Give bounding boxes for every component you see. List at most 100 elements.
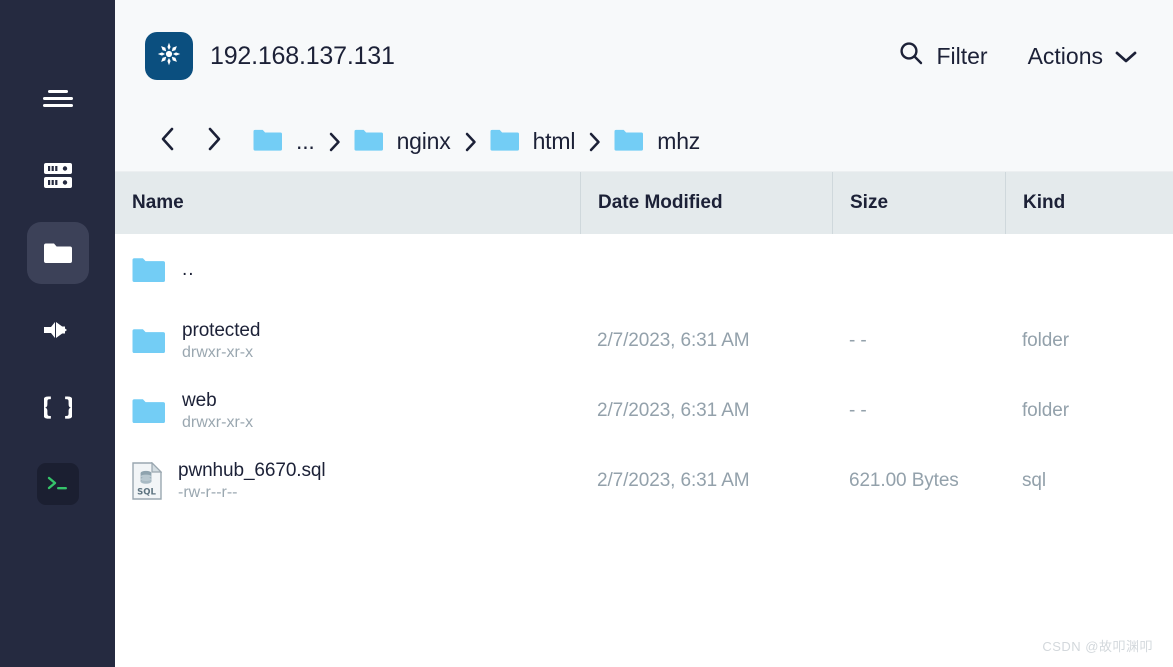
folder-icon bbox=[132, 256, 166, 284]
file-manager-window: { } bbox=[0, 0, 1173, 667]
actions-label: Actions bbox=[1027, 42, 1103, 69]
top-header-actions: Filter Actions bbox=[898, 40, 1173, 72]
sql-file-icon: SQL bbox=[132, 461, 163, 500]
row-kind-cell: folder bbox=[1005, 306, 1173, 376]
row-permissions-label: -rw-r--r-- bbox=[178, 484, 238, 501]
row-size-cell: - - bbox=[832, 306, 1005, 376]
row-date-label: 2/7/2023, 6:31 AM bbox=[597, 330, 750, 351]
table-header-row: Name Date Modified Size Kind bbox=[115, 172, 1173, 234]
host-name: 192.168.137.131 bbox=[210, 41, 395, 70]
folder-icon bbox=[354, 128, 388, 156]
forward-arrow-icon bbox=[42, 319, 74, 341]
row-name-block: web drwxr-xr-x bbox=[182, 390, 253, 432]
row-date-cell: 2/7/2023, 6:31 AM bbox=[580, 446, 832, 516]
row-date-label: 2/7/2023, 6:31 AM bbox=[597, 400, 750, 421]
sidebar-item-servers[interactable] bbox=[27, 145, 89, 207]
row-name-block: pwnhub_6670.sql -rw-r--r-- bbox=[178, 460, 326, 502]
row-size-cell bbox=[832, 234, 1005, 306]
server-stack-icon bbox=[43, 162, 73, 190]
row-kind-label: sql bbox=[1022, 470, 1046, 491]
column-header-size[interactable]: Size bbox=[832, 172, 1005, 234]
terminal-prompt-icon bbox=[46, 475, 70, 493]
row-name-label: web bbox=[182, 390, 217, 411]
table-row[interactable]: protected drwxr-xr-x 2/7/2023, 6:31 AM -… bbox=[115, 306, 1173, 376]
row-date-cell: 2/7/2023, 6:31 AM bbox=[580, 306, 832, 376]
folder-icon bbox=[490, 128, 524, 156]
row-name-cell: SQL pwnhub_6670.sql -rw-r--r-- bbox=[115, 446, 580, 516]
curly-braces-icon: { } bbox=[44, 394, 72, 420]
folder-icon bbox=[132, 397, 166, 425]
main-panel: 192.168.137.131 Filter Actions ... nginx… bbox=[115, 0, 1173, 667]
row-name-cell: protected drwxr-xr-x bbox=[115, 306, 580, 376]
chevron-right-icon bbox=[588, 132, 601, 152]
row-name-label: .. bbox=[182, 259, 195, 280]
breadcrumb-item-3[interactable]: mhz bbox=[614, 128, 700, 156]
chevron-down-icon bbox=[1115, 43, 1137, 70]
sidebar-item-menu[interactable] bbox=[27, 68, 89, 130]
row-name-label: protected bbox=[182, 320, 261, 341]
folder-icon bbox=[132, 327, 166, 355]
chevron-left-icon bbox=[160, 127, 176, 156]
debian-swirl-icon bbox=[156, 41, 182, 72]
chevron-right-icon bbox=[464, 132, 477, 152]
actions-button[interactable]: Actions bbox=[1028, 43, 1137, 70]
breadcrumb-item-1[interactable]: nginx bbox=[354, 128, 451, 156]
column-header-name[interactable]: Name bbox=[115, 172, 580, 234]
row-permissions-label: drwxr-xr-x bbox=[182, 414, 254, 431]
sidebar-item-transfer[interactable] bbox=[27, 299, 89, 361]
breadcrumb-label-2: html bbox=[532, 128, 576, 154]
row-date-cell bbox=[580, 234, 832, 306]
row-kind-label: folder bbox=[1022, 400, 1069, 421]
filter-label: Filter bbox=[936, 42, 988, 69]
chevron-right-icon bbox=[206, 127, 222, 156]
row-name-label: pwnhub_6670.sql bbox=[178, 460, 326, 481]
nav-back-button[interactable] bbox=[145, 127, 191, 156]
hamburger-menu-icon bbox=[41, 87, 75, 111]
filter-button[interactable]: Filter bbox=[898, 40, 988, 72]
row-date-label: 2/7/2023, 6:31 AM bbox=[597, 470, 750, 491]
file-table: Name Date Modified Size Kind .. protecte… bbox=[115, 172, 1173, 667]
row-size-label: 621.00 Bytes bbox=[849, 470, 959, 491]
row-name-cell: .. bbox=[115, 234, 580, 306]
row-kind-cell: sql bbox=[1005, 446, 1173, 516]
host-logo bbox=[145, 32, 193, 80]
chevron-right-icon bbox=[328, 132, 341, 152]
table-row[interactable]: web drwxr-xr-x 2/7/2023, 6:31 AM - - fol… bbox=[115, 376, 1173, 446]
breadcrumb: ... nginx html mhz bbox=[253, 128, 700, 156]
row-name-cell: web drwxr-xr-x bbox=[115, 376, 580, 446]
watermark: CSDN @故叩渊叩 bbox=[1042, 639, 1153, 654]
row-size-cell: - - bbox=[832, 376, 1005, 446]
top-header: 192.168.137.131 Filter Actions bbox=[115, 0, 1173, 112]
column-header-kind[interactable]: Kind bbox=[1005, 172, 1173, 234]
sidebar-item-code[interactable]: { } bbox=[27, 376, 89, 438]
column-header-date[interactable]: Date Modified bbox=[580, 172, 832, 234]
nav-forward-button[interactable] bbox=[191, 127, 237, 156]
search-icon bbox=[898, 40, 924, 72]
svg-text:SQL: SQL bbox=[137, 488, 156, 498]
folder-icon bbox=[253, 128, 287, 156]
row-kind-cell bbox=[1005, 234, 1173, 306]
row-kind-label: folder bbox=[1022, 330, 1069, 351]
row-size-cell: 621.00 Bytes bbox=[832, 446, 1005, 516]
breadcrumb-item-2[interactable]: html bbox=[490, 128, 576, 156]
breadcrumb-label-3: mhz bbox=[657, 128, 701, 154]
row-kind-cell: folder bbox=[1005, 376, 1173, 446]
breadcrumb-label-0: ... bbox=[296, 128, 315, 154]
svg-text:{ }: { } bbox=[44, 394, 72, 420]
sidebar-item-terminal[interactable] bbox=[27, 453, 89, 515]
row-name-block: protected drwxr-xr-x bbox=[182, 320, 260, 362]
row-date-cell: 2/7/2023, 6:31 AM bbox=[580, 376, 832, 446]
table-row[interactable]: .. bbox=[115, 234, 1173, 306]
row-size-label: - - bbox=[849, 330, 867, 351]
host-block: 192.168.137.131 bbox=[145, 32, 898, 80]
sidebar: { } bbox=[0, 0, 115, 667]
folder-icon bbox=[43, 241, 73, 265]
breadcrumb-label-1: nginx bbox=[396, 128, 451, 154]
sidebar-item-files[interactable] bbox=[26, 222, 89, 284]
terminal-tile bbox=[36, 463, 79, 505]
breadcrumb-item-0[interactable]: ... bbox=[253, 128, 315, 156]
breadcrumb-bar: ... nginx html mhz bbox=[115, 112, 1173, 172]
table-row[interactable]: SQL pwnhub_6670.sql -rw-r--r-- 2/7/2023,… bbox=[115, 446, 1173, 516]
folder-icon bbox=[614, 128, 648, 156]
row-size-label: - - bbox=[849, 400, 867, 421]
